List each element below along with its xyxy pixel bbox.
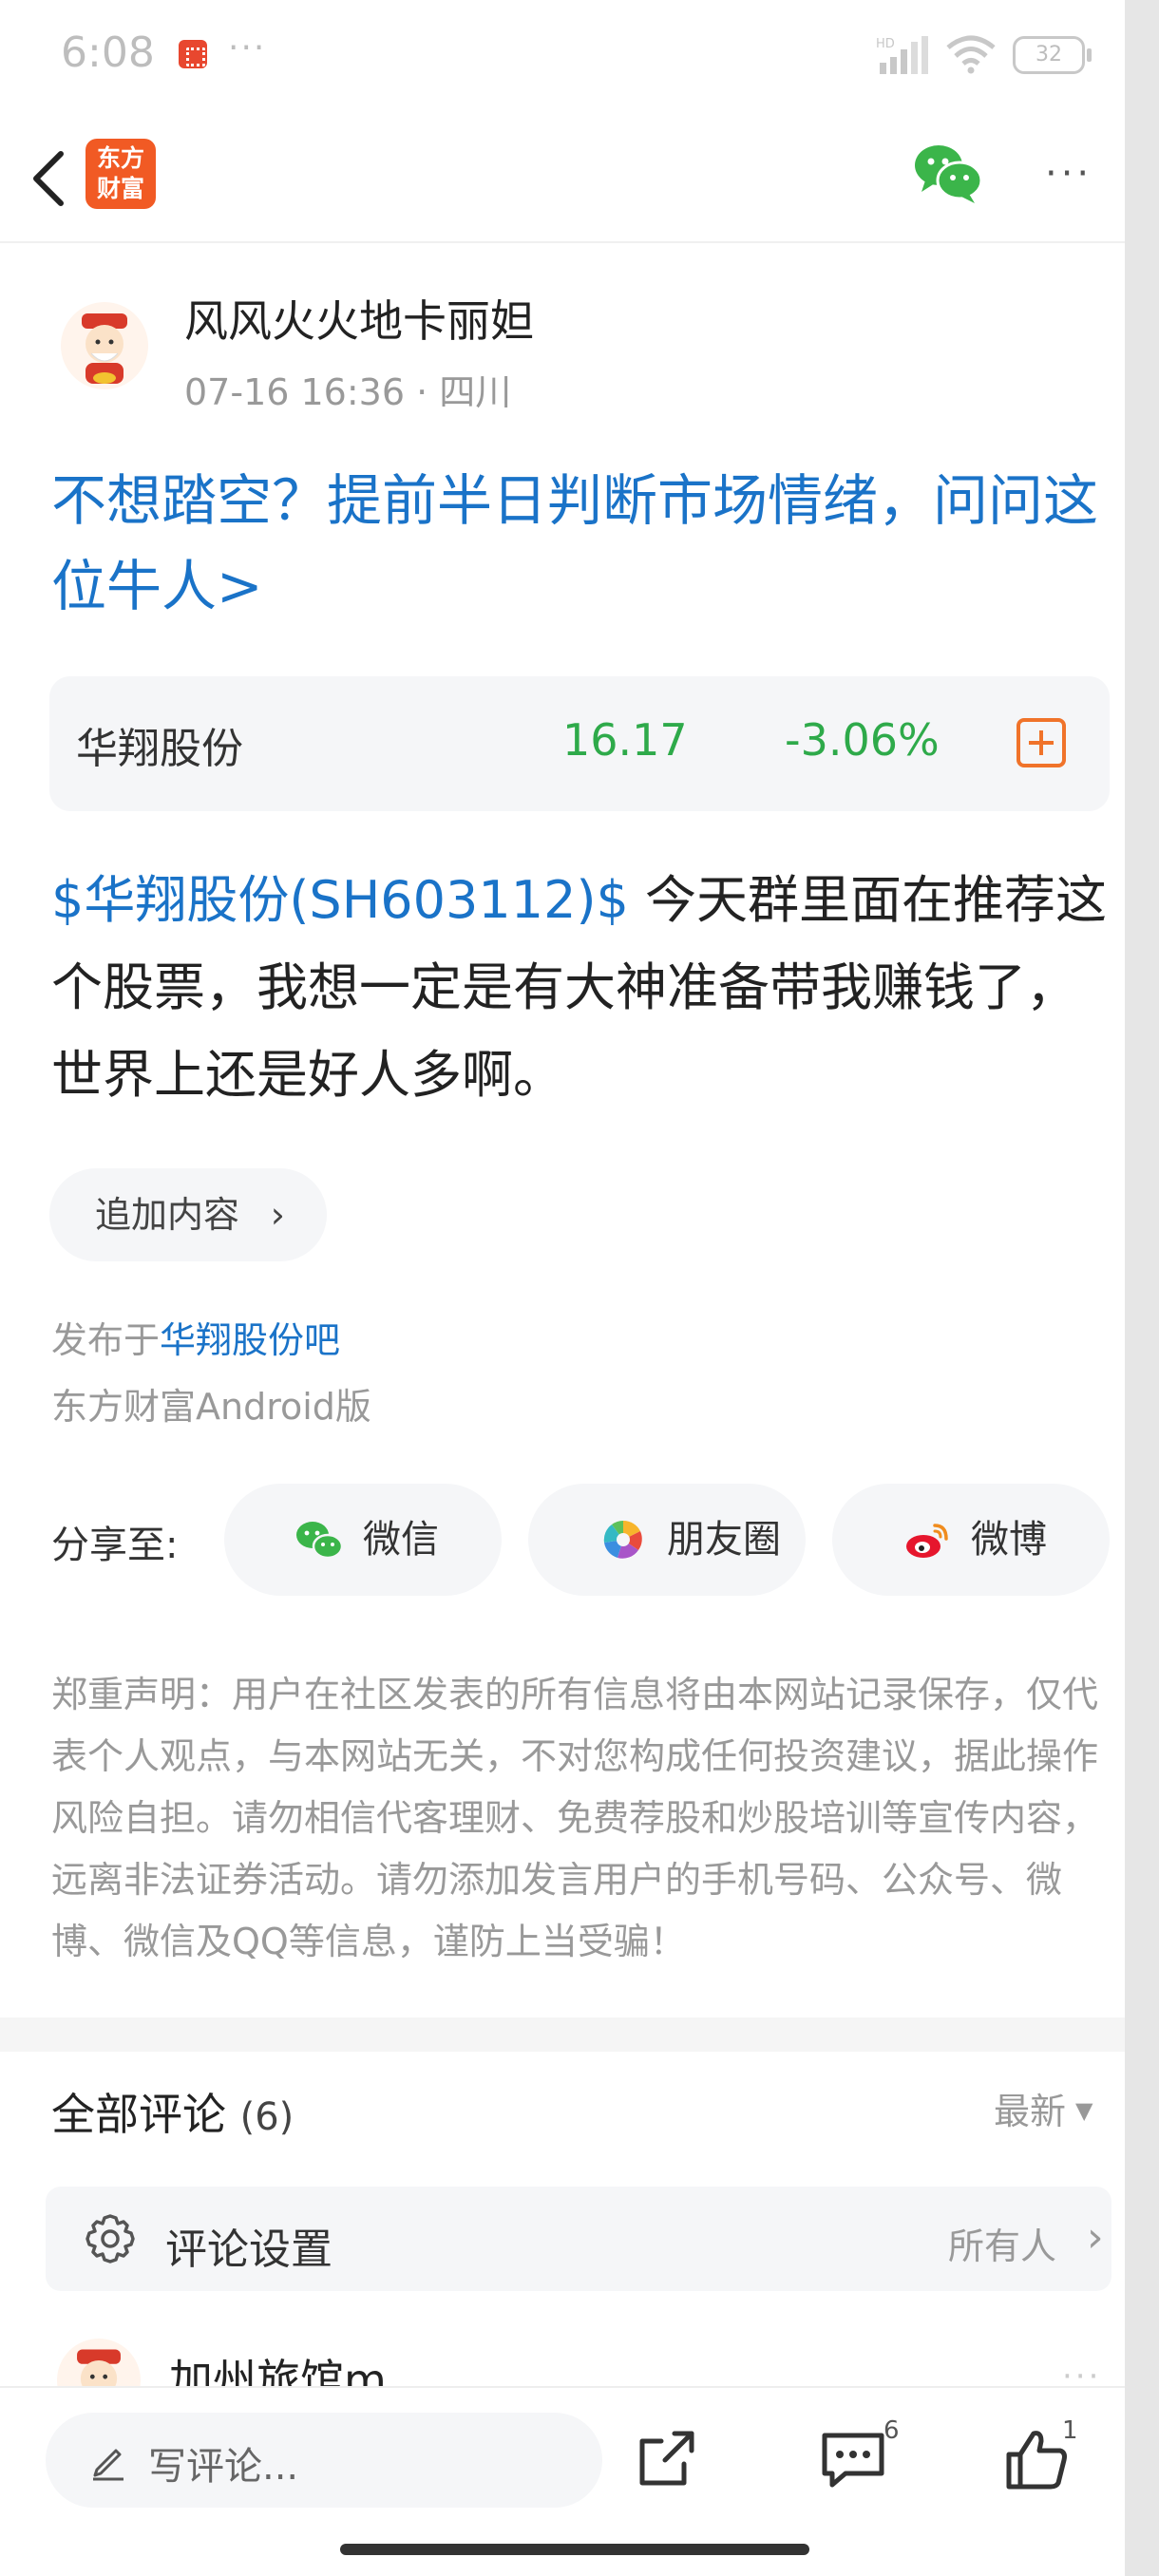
more-options-icon[interactable]: ···	[1045, 155, 1106, 193]
back-arrow-icon[interactable]	[21, 141, 78, 217]
gear-icon	[86, 2214, 135, 2263]
comment-sort-button[interactable]: 最新 ▼	[994, 2082, 1092, 2134]
share-wechat-label: 微信	[363, 1518, 439, 1562]
share-label: 分享至:	[51, 1524, 179, 1567]
share-weibo-button[interactable]: 微博	[832, 1484, 1110, 1596]
nav-bar: 东方 财富 ···	[0, 112, 1125, 243]
pencil-icon	[93, 2449, 124, 2481]
scrollbar-track[interactable]	[1125, 0, 1159, 2576]
comment-settings-row[interactable]: 评论设置 所有人 ›	[46, 2187, 1112, 2291]
stock-name: 华翔股份	[76, 725, 243, 773]
share-out-icon[interactable]	[631, 2426, 703, 2492]
section-divider	[0, 2017, 1125, 2052]
battery-icon: 32	[1013, 36, 1092, 74]
comments-title: 全部评论	[51, 2089, 226, 2140]
write-comment-placeholder: 写评论...	[148, 2445, 299, 2489]
weibo-icon	[906, 1524, 948, 1558]
published-prefix: 发布于	[51, 1319, 161, 1361]
comment-count-badge: 6	[884, 2416, 900, 2445]
post-title[interactable]: 不想踏空？提前半日判断市场情绪，问问这位牛人>	[51, 458, 1115, 629]
caret-down-icon: ▼	[1075, 2097, 1093, 2124]
comment-settings-value: 所有人	[948, 2226, 1057, 2267]
disclaimer-text: 郑重声明：用户在社区发表的所有信息将由本网站记录保存，仅代表个人观点，与本网站无…	[51, 1674, 1099, 1962]
wifi-icon	[946, 35, 996, 74]
stock-change-percent: -3.06%	[785, 714, 940, 766]
notification-app-icon	[179, 40, 207, 68]
post-meta: 07-16 16:36 · 四川	[184, 371, 512, 413]
avatar-cartoon-icon	[82, 313, 127, 384]
author-name[interactable]: 风风火火地卡丽妲	[184, 287, 534, 350]
write-comment-input[interactable]: 写评论...	[46, 2413, 602, 2508]
comment-icon[interactable]	[817, 2426, 889, 2492]
stock-price: 16.17	[562, 714, 688, 766]
eastmoney-logo: 东方 财富	[86, 139, 156, 209]
chevron-right-icon: ›	[1087, 2213, 1104, 2262]
home-indicator[interactable]	[340, 2544, 809, 2555]
append-content-label: 追加内容	[95, 1194, 240, 1236]
client-source: 东方财富Android版	[51, 1386, 371, 1428]
comments-header: 全部评论 (6)	[51, 2080, 294, 2143]
avatar[interactable]	[61, 302, 148, 389]
svg-text:HD: HD	[876, 37, 895, 51]
stock-bar-link[interactable]: 华翔股份吧	[160, 1319, 340, 1361]
status-more-icon: ···	[228, 28, 267, 67]
comment-sort-label: 最新	[994, 2091, 1067, 2132]
append-content-button[interactable]: 追加内容 ›	[49, 1168, 327, 1261]
comments-count: (6)	[239, 2095, 294, 2139]
status-bar: 6:08 ··· HD 32	[0, 0, 1125, 112]
bottom-action-bar: 写评论... 6 1	[0, 2386, 1125, 2576]
stock-quote-card[interactable]: 华翔股份 16.17 -3.06%	[49, 676, 1110, 811]
share-weibo-label: 微博	[971, 1518, 1047, 1562]
post-detail-screen: 6:08 ··· HD 32 东方 财富 ··· 风风火火地卡丽妲 07-16 …	[0, 0, 1125, 2576]
moments-icon	[603, 1520, 642, 1559]
status-time: 6:08	[61, 28, 155, 77]
share-moments-label: 朋友圈	[667, 1518, 781, 1562]
stock-mention-link[interactable]: $华翔股份(SH603112)$	[51, 870, 629, 930]
wechat-share-icon[interactable]	[912, 139, 984, 205]
chevron-right-icon: ›	[270, 1194, 285, 1236]
post-body: $华翔股份(SH603112)$ 今天群里面在推荐这个股票，我想一定是有大神准备…	[51, 857, 1115, 1119]
share-wechat-button[interactable]: 微信	[224, 1484, 502, 1596]
like-count-badge: 1	[1062, 2416, 1078, 2445]
published-in: 发布于华翔股份吧	[51, 1311, 340, 1363]
signal-icon: HD	[876, 36, 928, 74]
wechat-icon	[296, 1522, 344, 1560]
share-moments-button[interactable]: 朋友圈	[528, 1484, 806, 1596]
comment-settings-label: 评论设置	[165, 2226, 332, 2274]
add-watchlist-icon[interactable]	[1016, 718, 1066, 767]
